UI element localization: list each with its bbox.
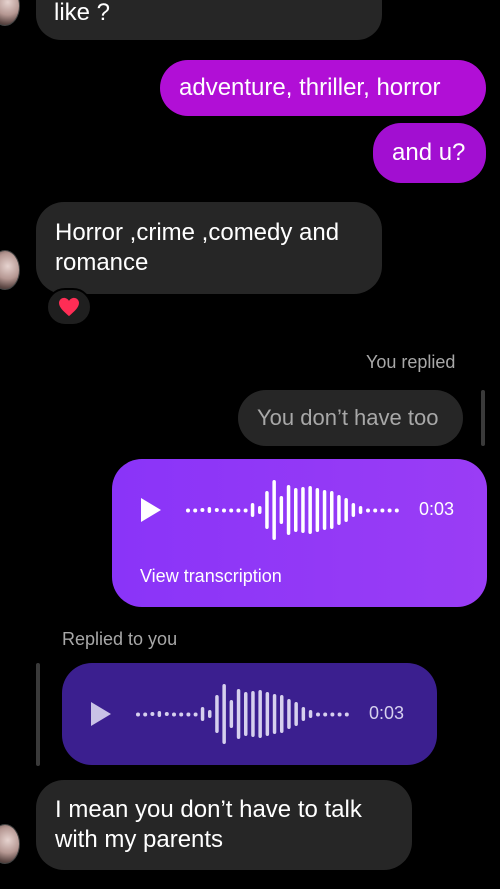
incoming-message-bubble[interactable]: Horror ,crime ,comedy and romance — [36, 202, 382, 294]
message-text: Horror ,crime ,comedy and — [55, 219, 340, 246]
replied-to-you-label: Replied to you — [62, 629, 178, 649]
avatar[interactable] — [0, 250, 20, 290]
message-text: I mean you don’t have to talk — [55, 796, 362, 823]
message-text: like ? — [54, 0, 111, 26]
play-icon[interactable] — [139, 497, 163, 523]
reply-quote-bar — [481, 390, 485, 446]
message-text: and u? — [392, 139, 466, 166]
avatar[interactable] — [0, 0, 20, 26]
reply-quote-bar — [36, 663, 40, 766]
outgoing-message-bubble[interactable]: adventure, thriller, horror — [160, 60, 486, 116]
quoted-text: You don’t have too — [257, 405, 439, 430]
audio-waveform — [136, 684, 349, 744]
avatar[interactable] — [0, 824, 20, 864]
play-icon[interactable] — [89, 701, 113, 727]
message-text: romance — [55, 249, 149, 276]
heart-icon — [59, 297, 79, 317]
incoming-message-bubble[interactable]: I mean you don’t have to talk with my pa… — [36, 780, 412, 870]
reaction-badge[interactable] — [46, 288, 92, 326]
message-text: with my parents — [55, 826, 224, 853]
incoming-message-bubble[interactable]: like ? — [36, 0, 382, 40]
message-text: adventure, thriller, horror — [179, 74, 441, 101]
outgoing-voice-message[interactable]: 0:03 View transcription — [112, 459, 487, 607]
quoted-message-bubble[interactable]: You don’t have too — [238, 390, 463, 446]
view-transcription-link[interactable]: View transcription — [140, 566, 282, 587]
audio-waveform[interactable] — [184, 477, 410, 543]
outgoing-message-bubble[interactable]: and u? — [373, 123, 486, 183]
voice-duration: 0:03 — [369, 703, 405, 723]
voice-duration: 0:03 — [419, 499, 455, 519]
quoted-voice-message[interactable]: 0:03 — [62, 663, 437, 765]
you-replied-label: You replied — [366, 352, 456, 372]
